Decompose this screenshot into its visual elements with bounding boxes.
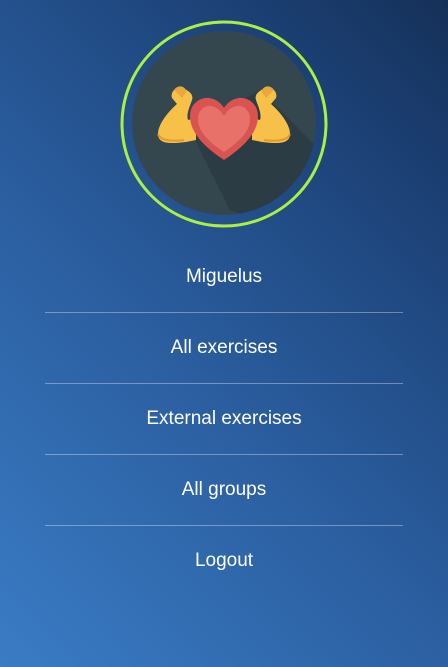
avatar[interactable] bbox=[120, 20, 328, 228]
menu-item-logout[interactable]: Logout bbox=[45, 526, 403, 596]
side-menu: Miguelus All exercises External exercise… bbox=[45, 242, 403, 596]
menu-item-external-exercises[interactable]: External exercises bbox=[45, 384, 403, 455]
menu-item-all-groups[interactable]: All groups bbox=[45, 455, 403, 526]
flexed-arms-heart-icon bbox=[120, 20, 328, 228]
user-name-link[interactable]: Miguelus bbox=[45, 242, 403, 313]
menu-item-all-exercises[interactable]: All exercises bbox=[45, 313, 403, 384]
